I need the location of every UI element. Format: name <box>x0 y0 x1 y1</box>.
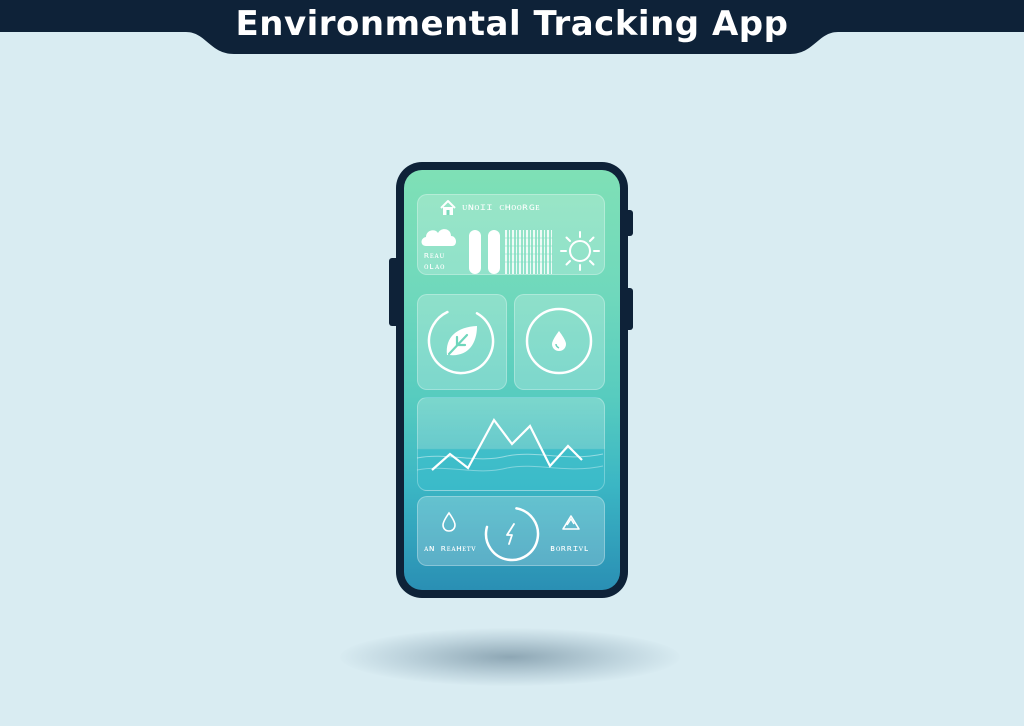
line-graph-icon <box>431 417 583 471</box>
water-drop-icon <box>442 511 456 532</box>
phone-frame: ᴜɴᴏɪɪ ᴄʜᴏᴏʀɢᴇ ʀᴇᴀᴜ ᴏʟᴀᴏ ᴀɴ ʀᴇᴀʜᴇᴛᴠ ʙᴏʀʀɪ… <box>396 162 628 598</box>
home-icon[interactable] <box>440 200 456 216</box>
weather-label-1: ʀᴇᴀᴜ <box>424 251 445 261</box>
weather-label-2: ᴏʟᴀᴏ <box>424 262 445 272</box>
phone-shadow <box>340 628 680 686</box>
leaf-icon <box>446 326 477 356</box>
bottom-left-label: ᴀɴ ʀᴇᴀʜᴇᴛᴠ <box>424 544 477 554</box>
phone-screen: ᴜɴᴏɪɪ ᴄʜᴏᴏʀɢᴇ ʀᴇᴀᴜ ᴏʟᴀᴏ ᴀɴ ʀᴇᴀʜᴇᴛᴠ ʙᴏʀʀɪ… <box>404 170 620 590</box>
bottom-right-label: ʙᴏʀʀɪᴠʟ <box>550 544 590 554</box>
bar-indicator-2 <box>488 230 500 274</box>
header-label: ᴜɴᴏɪɪ ᴄʜᴏᴏʀɢᴇ <box>462 202 541 213</box>
water-drop-icon <box>552 331 566 351</box>
barcode-icon <box>505 230 553 274</box>
bar-indicator-1 <box>469 230 481 274</box>
lightning-icon <box>506 523 515 545</box>
page-title: Environmental Tracking App <box>235 4 789 44</box>
recycle-icon <box>562 515 580 530</box>
sun-icon <box>560 231 600 271</box>
cloud-icon <box>421 229 457 246</box>
